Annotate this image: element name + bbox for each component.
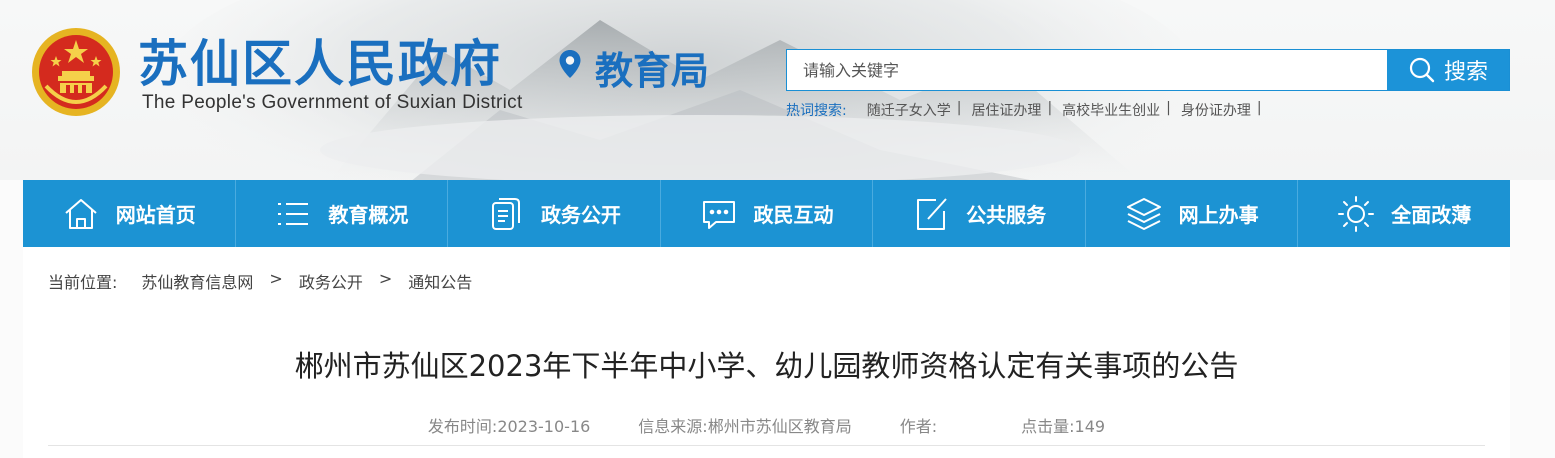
site-header: 苏仙区人民政府 The People's Government of Suxia… bbox=[0, 0, 1555, 180]
nav-item-label: 网站首页 bbox=[115, 203, 196, 227]
site-subtitle: The People's Government of Suxian Distri… bbox=[142, 92, 523, 113]
hot-search-item[interactable]: 身份证办理 bbox=[1181, 100, 1251, 120]
publish-date: 2023-10-16 bbox=[497, 417, 591, 436]
nav-item-reform[interactable]: 全面改薄 bbox=[1298, 180, 1510, 247]
source-label: 信息来源: bbox=[638, 417, 708, 436]
nav-item-label: 网上办事 bbox=[1178, 203, 1259, 227]
nav-item-label: 教育概况 bbox=[328, 203, 409, 227]
views-label: 点击量: bbox=[1021, 417, 1075, 436]
national-emblem-icon bbox=[32, 28, 120, 116]
hot-search-item[interactable]: 高校毕业生创业 bbox=[1062, 100, 1160, 120]
article-content: 当前位置: 苏仙教育信息网 > 政务公开 > 通知公告 郴州市苏仙区2023年下… bbox=[23, 247, 1510, 458]
hot-search-separator: | bbox=[1047, 100, 1053, 116]
main-nav: 网站首页 教育概况 政务公开 政民互动 公共服务 网上办事 全面改薄 bbox=[23, 180, 1510, 247]
edit-icon bbox=[917, 197, 947, 230]
home-icon bbox=[65, 198, 97, 229]
sun-icon bbox=[1338, 195, 1375, 232]
hot-search-separator: | bbox=[1256, 100, 1262, 116]
hot-search-label: 热词搜索: bbox=[786, 103, 847, 119]
publish-label: 发布时间: bbox=[427, 417, 498, 436]
nav-item-label: 政民互动 bbox=[753, 203, 834, 227]
search-icon bbox=[1409, 57, 1435, 83]
search-button-label: 搜索 bbox=[1443, 60, 1488, 85]
map-pin-icon bbox=[559, 50, 581, 78]
author-label: 作者: bbox=[899, 417, 938, 436]
source-value: 郴州市苏仙区教育局 bbox=[707, 417, 852, 436]
breadcrumb-item[interactable]: 通知公告 bbox=[408, 269, 472, 293]
breadcrumb-separator: > bbox=[269, 269, 283, 288]
views-count: 149 bbox=[1074, 417, 1106, 436]
divider bbox=[48, 445, 1485, 446]
hot-search-separator: | bbox=[1166, 100, 1171, 116]
nav-item-interaction[interactable]: 政民互动 bbox=[661, 180, 874, 247]
search-button[interactable]: 搜索 bbox=[1387, 50, 1509, 90]
hot-search: 热词搜索: 随迁子女入学 | 居住证办理 | 高校毕业生创业 | 身份证办理 | bbox=[786, 100, 1272, 120]
chat-icon bbox=[702, 200, 735, 229]
article-meta: 发布时间:2023-10-16 信息来源:郴州市苏仙区教育局 作者: 点击量:1… bbox=[23, 413, 1510, 437]
hot-search-item[interactable]: 居住证办理 bbox=[971, 100, 1041, 120]
hot-search-separator: | bbox=[956, 100, 962, 116]
breadcrumb: 当前位置: 苏仙教育信息网 > 政务公开 > 通知公告 bbox=[48, 269, 472, 293]
hot-search-item[interactable]: 随迁子女入学 bbox=[867, 100, 951, 120]
breadcrumb-item[interactable]: 政务公开 bbox=[299, 269, 363, 293]
layers-icon bbox=[1126, 197, 1161, 230]
document-icon bbox=[491, 197, 520, 230]
search-bar: 搜索 bbox=[786, 49, 1510, 91]
nav-item-public-service[interactable]: 公共服务 bbox=[873, 180, 1086, 247]
list-icon bbox=[278, 202, 309, 225]
site-title: 苏仙区人民政府 bbox=[138, 35, 502, 93]
nav-item-home[interactable]: 网站首页 bbox=[23, 180, 236, 247]
breadcrumb-label: 当前位置: bbox=[48, 273, 118, 292]
nav-item-label: 全面改薄 bbox=[1391, 203, 1472, 227]
nav-item-label: 公共服务 bbox=[966, 203, 1047, 227]
breadcrumb-separator: > bbox=[378, 269, 393, 288]
article-title: 郴州市苏仙区2023年下半年中小学、幼儿园教师资格认定有关事项的公告 bbox=[294, 349, 1239, 383]
nav-item-gov-affairs[interactable]: 政务公开 bbox=[448, 180, 661, 247]
search-input[interactable] bbox=[787, 50, 1387, 90]
breadcrumb-item[interactable]: 苏仙教育信息网 bbox=[141, 269, 253, 293]
department-name: 教育局 bbox=[595, 49, 710, 93]
nav-item-overview[interactable]: 教育概况 bbox=[236, 180, 449, 247]
nav-item-online-service[interactable]: 网上办事 bbox=[1086, 180, 1299, 247]
nav-item-label: 政务公开 bbox=[540, 203, 621, 227]
